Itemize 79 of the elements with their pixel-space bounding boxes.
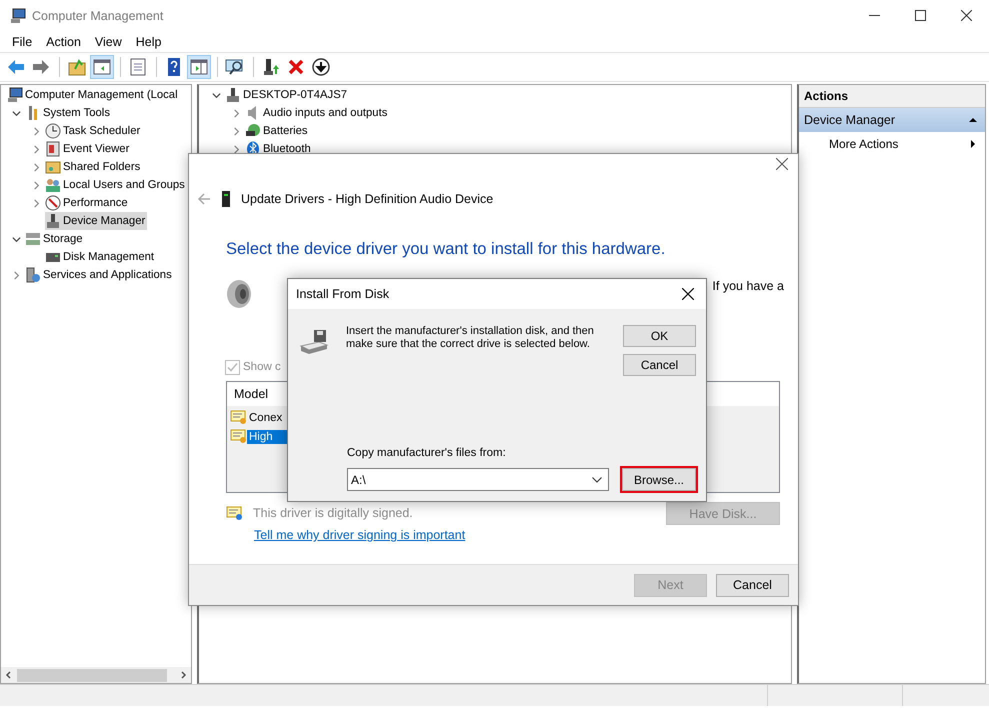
tree-item[interactable]: Batteries <box>245 122 310 140</box>
forward-arrow-icon <box>31 57 51 77</box>
certificate-icon <box>230 429 247 444</box>
folder-up-icon <box>67 57 87 77</box>
dialog-button[interactable]: OK <box>623 325 696 347</box>
checkbox-label: Show c <box>243 361 281 373</box>
services-icon <box>25 267 41 283</box>
close-icon <box>960 10 972 21</box>
chevron-down-icon[interactable] <box>12 108 20 118</box>
chevron-right-icon[interactable] <box>32 180 40 190</box>
chevron-right-icon[interactable] <box>232 144 240 154</box>
triangle-up-icon[interactable] <box>969 116 977 124</box>
dialog-title: Install From Disk <box>296 287 390 301</box>
tree-item[interactable]: Device Manager <box>45 212 148 230</box>
chevron-right-icon[interactable] <box>32 144 40 154</box>
chevron-down-icon[interactable] <box>12 234 20 244</box>
tree-item[interactable]: Shared Folders <box>45 158 142 176</box>
dialog-button[interactable]: Cancel <box>716 574 789 596</box>
pane-toggle-icon <box>92 57 112 77</box>
tree-item[interactable]: System Tools <box>25 104 112 122</box>
pane-toggle-icon <box>189 57 209 77</box>
download-icon <box>311 57 331 77</box>
window-title: Computer Management <box>32 8 164 22</box>
device-arrow-icon <box>261 57 281 77</box>
storage-icon <box>25 231 41 247</box>
list-row[interactable]: Conex <box>247 410 284 424</box>
chevron-right-icon[interactable] <box>32 162 40 172</box>
chevron-right-icon[interactable] <box>232 108 240 118</box>
dialog-heading: Select the device driver you want to install for this hardware. <box>226 239 666 259</box>
menu-item[interactable]: View <box>88 34 129 48</box>
log-icon <box>45 141 61 157</box>
description-text: If you have a <box>712 279 784 293</box>
path-combo-box[interactable]: A:\ <box>347 468 609 491</box>
help-link[interactable]: Tell me why driver signing is important <box>254 528 466 542</box>
chevron-down-icon[interactable] <box>212 90 220 100</box>
tree-item[interactable]: Computer Management (Local <box>7 86 180 104</box>
tree-item[interactable]: Services and Applications <box>25 266 174 284</box>
certificate-icon <box>226 506 243 520</box>
menu-item[interactable]: File <box>5 34 40 48</box>
maximize-icon <box>914 10 926 21</box>
tree-item[interactable]: Local Users and Groups <box>45 176 187 194</box>
chevron-right-icon[interactable] <box>12 270 20 280</box>
speaker-icon <box>225 279 253 309</box>
computer-icon <box>10 8 26 24</box>
dialog-button[interactable]: Cancel <box>623 354 696 376</box>
action-section[interactable]: Device Manager <box>799 108 985 132</box>
action-item[interactable]: More Actions <box>799 132 985 156</box>
menu-item[interactable]: Help <box>128 34 168 48</box>
list-icon <box>128 57 148 77</box>
users-icon <box>45 177 61 193</box>
chevron-right-icon[interactable] <box>32 126 40 136</box>
chevron-right-icon[interactable] <box>232 126 240 136</box>
drive-icon <box>299 329 329 355</box>
certificate-icon <box>230 410 247 425</box>
pane-heading: Actions <box>799 85 985 108</box>
tree-item[interactable]: Performance <box>45 194 130 212</box>
device-icon <box>225 87 241 103</box>
tree-item[interactable]: DESKTOP-0T4AJS7 <box>225 86 350 104</box>
tree-item[interactable]: Audio inputs and outputs <box>245 104 390 122</box>
tree-item[interactable]: Storage <box>25 230 85 248</box>
tree-item[interactable]: Disk Management <box>45 248 156 266</box>
tree-item[interactable]: Task Scheduler <box>45 122 142 140</box>
chevron-right-icon[interactable] <box>32 198 40 208</box>
scrollbar[interactable] <box>1 667 191 683</box>
computer-icon <box>7 87 23 103</box>
monitor-magnifier-icon <box>225 57 245 77</box>
menu-item[interactable]: Action <box>39 34 88 48</box>
browse-button[interactable]: Browse... <box>622 468 696 491</box>
tree-item[interactable]: Event Viewer <box>45 140 132 158</box>
triangle-right-icon <box>969 140 977 148</box>
field-label: Copy manufacturer's files from: <box>347 447 507 461</box>
clock-icon <box>45 123 61 139</box>
device-icon <box>221 191 231 207</box>
dialog-message: Insert the manufacturer's installation disk, and then make sure that the correct drive is selected below. <box>346 325 595 351</box>
signature-text: This driver is digitally signed. <box>253 506 413 520</box>
delete-icon <box>286 57 306 77</box>
device-icon <box>45 213 61 229</box>
dialog-title: Update Drivers - High Definition Audio Device <box>241 192 494 206</box>
folder-icon <box>45 159 61 175</box>
